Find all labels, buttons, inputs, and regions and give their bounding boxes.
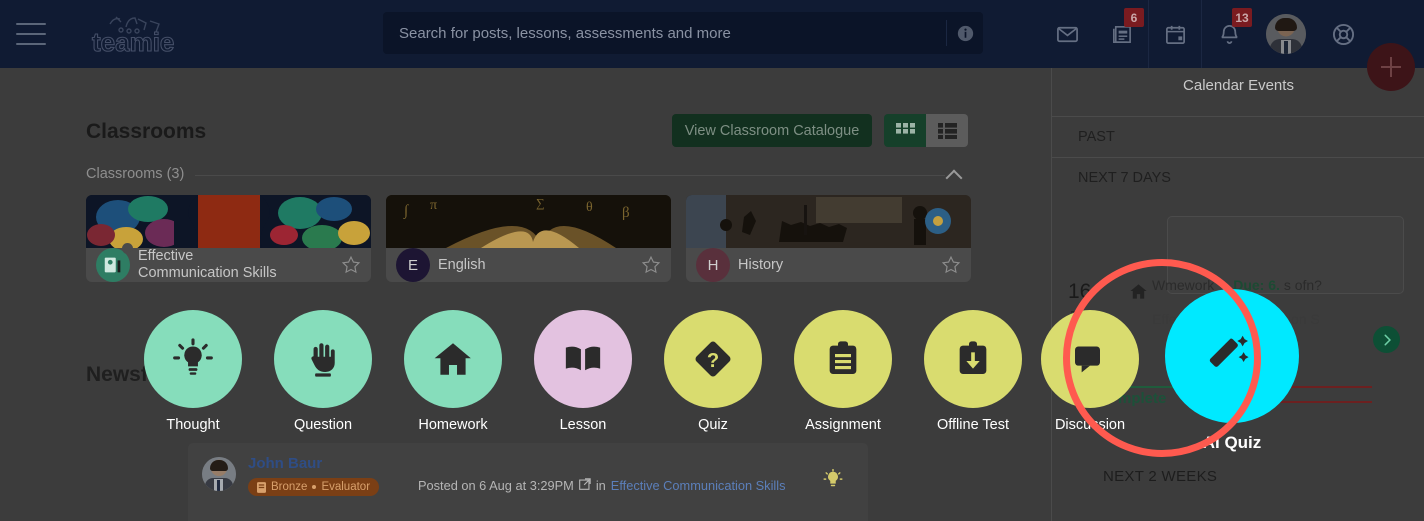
action-label: Offline Test bbox=[936, 417, 1009, 433]
action-label: Lesson bbox=[559, 417, 607, 433]
badge-rank: Bronze bbox=[271, 481, 308, 493]
svg-text:teamie: teamie bbox=[92, 27, 174, 57]
newsfeed-icon[interactable]: 6 bbox=[1094, 0, 1148, 68]
classroom-name: Effective Communication Skills bbox=[138, 248, 277, 281]
section-divider bbox=[195, 175, 945, 176]
main-content: Classrooms View Classroom Catalogue Clas… bbox=[0, 68, 1051, 521]
badge-separator-dot bbox=[312, 485, 317, 489]
classroom-avatar bbox=[96, 243, 133, 282]
action-label: Homework bbox=[418, 417, 488, 433]
action-homework[interactable]: Homework bbox=[398, 310, 508, 433]
notification-badge: 13 bbox=[1232, 8, 1252, 27]
chevron-up-icon[interactable] bbox=[948, 167, 962, 181]
classroom-card-header: E English bbox=[386, 248, 671, 282]
post-author-name[interactable]: John Baur bbox=[248, 455, 322, 472]
top-nav-icons: 6 13 bbox=[1040, 0, 1370, 68]
post-meta: Posted on 6 Aug at 3:29PM in Effective C… bbox=[418, 478, 786, 493]
classroom-banner bbox=[86, 195, 371, 251]
action-lesson[interactable]: Lesson bbox=[528, 310, 638, 433]
action-ai-quiz[interactable]: AI Quiz bbox=[1107, 289, 1357, 453]
post-classroom-link[interactable]: Effective Communication Skills bbox=[611, 478, 786, 493]
svg-text:∑: ∑ bbox=[536, 196, 545, 210]
classroom-avatar: E bbox=[396, 248, 430, 282]
svg-text:?: ? bbox=[707, 350, 719, 372]
classroom-avatar: H bbox=[696, 248, 730, 282]
add-new-button[interactable] bbox=[1367, 43, 1415, 91]
action-label: Question bbox=[293, 417, 353, 433]
lifebuoy-icon[interactable] bbox=[1316, 0, 1370, 68]
classroom-banner: ∫ π θ β ∑ bbox=[386, 195, 671, 248]
hamburger-icon[interactable] bbox=[16, 23, 46, 45]
classroom-card-header: Effective Communication Skills bbox=[86, 243, 371, 282]
post-timestamp: Posted on 6 Aug at 3:29PM bbox=[418, 478, 574, 493]
event-date: 16 bbox=[1068, 280, 1092, 303]
post-in-label: in bbox=[595, 478, 606, 493]
favorite-star-icon[interactable] bbox=[641, 255, 661, 280]
open-book-icon bbox=[534, 310, 632, 408]
magic-wand-icon bbox=[1165, 289, 1299, 423]
status-badge: Bronze Evaluator bbox=[248, 478, 380, 496]
view-toggle bbox=[884, 114, 968, 147]
grid-view-icon[interactable] bbox=[884, 114, 926, 147]
classroom-name: History bbox=[738, 256, 784, 273]
classroom-card-history[interactable]: H History bbox=[686, 195, 971, 282]
newsfeed-badge: 6 bbox=[1124, 8, 1144, 27]
app-root: teamie 6 13 bbox=[0, 0, 1424, 521]
external-link-icon[interactable] bbox=[578, 478, 591, 493]
thought-bulb-icon bbox=[822, 468, 844, 496]
question-diamond-icon: ? bbox=[664, 310, 762, 408]
action-thought[interactable]: Thought bbox=[138, 310, 248, 433]
svg-text:θ: θ bbox=[586, 200, 593, 215]
search-input[interactable] bbox=[383, 24, 946, 42]
svg-text:π: π bbox=[430, 198, 437, 213]
classrooms-count-label: Classrooms (3) bbox=[86, 166, 185, 182]
sidebar-section-next-2-weeks[interactable]: NEXT 2 WEEKS bbox=[1103, 468, 1217, 485]
calendar-icon[interactable] bbox=[1148, 0, 1202, 68]
classroom-name: English bbox=[438, 256, 486, 273]
clipboard-download-icon bbox=[924, 310, 1022, 408]
classroom-initial: E bbox=[407, 256, 418, 274]
search-bar[interactable] bbox=[383, 12, 983, 54]
action-offline-test[interactable]: Offline Test bbox=[918, 310, 1028, 433]
view-classroom-catalogue-button[interactable]: View Classroom Catalogue bbox=[672, 114, 872, 147]
post-author-avatar bbox=[202, 457, 236, 491]
mail-icon[interactable] bbox=[1040, 0, 1094, 68]
action-label: AI Quiz bbox=[1202, 433, 1262, 452]
svg-text:β: β bbox=[622, 205, 630, 221]
raised-hand-icon bbox=[274, 310, 372, 408]
classroom-card-effective-communication-skills[interactable]: Effective Communication Skills bbox=[86, 195, 371, 282]
classroom-card-english[interactable]: ∫ π θ β ∑ E English bbox=[386, 195, 671, 282]
action-label: Thought bbox=[166, 417, 220, 433]
sidebar-title: Calendar Events bbox=[1183, 77, 1294, 94]
favorite-star-icon[interactable] bbox=[341, 255, 361, 280]
page-title: Classrooms bbox=[86, 120, 207, 143]
avatar[interactable] bbox=[1256, 14, 1316, 54]
newsfeed-post[interactable]: John Baur Bronze Evaluator Posted on 6 A… bbox=[188, 443, 868, 521]
action-label: Quiz bbox=[698, 417, 728, 433]
classroom-card-header: H History bbox=[686, 248, 971, 282]
teamie-logo[interactable]: teamie bbox=[88, 11, 214, 57]
action-assignment[interactable]: Assignment bbox=[788, 310, 898, 433]
list-view-icon[interactable] bbox=[926, 114, 968, 147]
info-icon[interactable] bbox=[947, 25, 983, 42]
house-icon bbox=[404, 310, 502, 408]
action-quiz[interactable]: ? Quiz bbox=[658, 310, 768, 433]
classroom-initial: H bbox=[707, 256, 719, 274]
chevron-right-icon[interactable] bbox=[1373, 326, 1400, 353]
clipboard-icon bbox=[794, 310, 892, 408]
action-label: Assignment bbox=[805, 417, 881, 433]
action-question[interactable]: Question bbox=[268, 310, 378, 433]
sidebar-section-next-7-days[interactable]: NEXT 7 DAYS bbox=[1052, 157, 1424, 197]
bell-icon[interactable]: 13 bbox=[1202, 0, 1256, 68]
lightbulb-icon bbox=[144, 310, 242, 408]
sidebar-section-past[interactable]: PAST bbox=[1052, 116, 1424, 156]
bronze-badge-icon bbox=[257, 481, 266, 493]
event-separator-dot bbox=[1221, 282, 1227, 288]
badge-role: Evaluator bbox=[321, 481, 371, 493]
classroom-banner bbox=[686, 195, 971, 248]
favorite-star-icon[interactable] bbox=[941, 255, 961, 280]
top-navigation-bar: teamie 6 13 bbox=[0, 0, 1424, 68]
